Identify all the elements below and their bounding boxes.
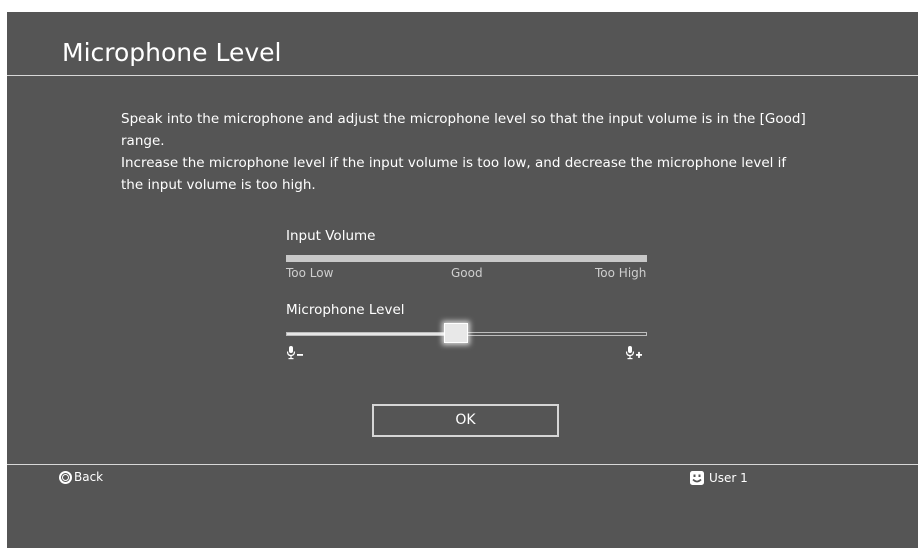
circle-button-icon — [59, 470, 72, 484]
range-label-good: Good — [451, 266, 483, 280]
microphone-level-slider-handle[interactable] — [443, 323, 468, 343]
microphone-level-slider-fill — [287, 333, 456, 335]
footer-divider — [7, 464, 918, 465]
microphone-level-screen: Microphone Level Speak into the micropho… — [7, 12, 918, 548]
instructions: Speak into the microphone and adjust the… — [121, 108, 811, 196]
page-title: Microphone Level — [62, 38, 282, 67]
user-label: User 1 — [709, 471, 748, 485]
instruction-line-2: Increase the microphone level if the inp… — [121, 155, 787, 193]
range-label-too-high: Too High — [595, 266, 647, 280]
microphone-level-label: Microphone Level — [286, 302, 405, 318]
header-divider — [7, 75, 918, 76]
smiley-user-icon — [690, 471, 704, 485]
ok-button[interactable]: OK — [372, 404, 559, 437]
back-button[interactable]: Back — [59, 470, 103, 484]
input-volume-label: Input Volume — [286, 228, 376, 244]
instruction-line-1: Speak into the microphone and adjust the… — [121, 111, 806, 149]
user-indicator: User 1 — [690, 471, 748, 485]
range-label-too-low: Too Low — [286, 266, 334, 280]
microphone-plus-icon — [626, 346, 642, 360]
input-volume-meter — [286, 255, 647, 262]
input-volume-meter-fill — [286, 255, 647, 262]
microphone-minus-icon — [287, 346, 303, 360]
back-label: Back — [74, 470, 104, 484]
